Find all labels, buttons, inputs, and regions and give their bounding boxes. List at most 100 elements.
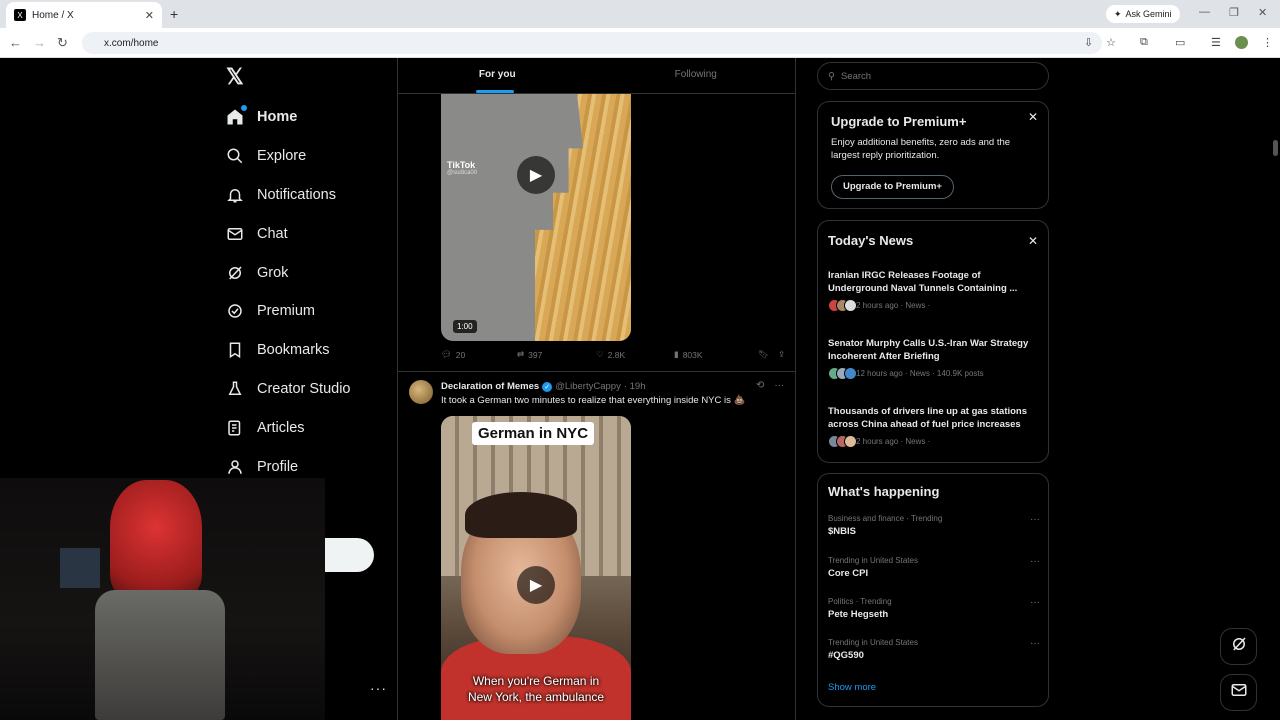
nav-explore[interactable]: Explore bbox=[226, 137, 351, 176]
news-meta: 12 hours ago · News · 140.9K posts bbox=[828, 367, 1038, 380]
heart-icon: ♡ bbox=[596, 349, 604, 359]
more-icon[interactable]: ··· bbox=[1030, 556, 1040, 567]
new-tab-icon[interactable]: + bbox=[170, 6, 178, 22]
mail-icon bbox=[226, 225, 244, 243]
repost-icon: ⇄ bbox=[517, 349, 525, 359]
account-more-icon[interactable]: ··· bbox=[370, 680, 387, 696]
install-icon[interactable]: ⇩ bbox=[1084, 36, 1093, 49]
url-field[interactable]: x.com/home bbox=[82, 32, 1102, 54]
nav-premium[interactable]: Premium bbox=[226, 292, 351, 331]
nav-notifications[interactable]: Notifications bbox=[226, 176, 351, 215]
nav-creator-studio-label: Creator Studio bbox=[257, 380, 351, 397]
post-actions: 💬︎ 20 ⇄ 397 ♡ 2.8K ▮ 803K 🔖︎ ⇪ bbox=[441, 349, 789, 360]
search-input[interactable]: ⚲ Search bbox=[817, 62, 1049, 90]
nav-chat[interactable]: Chat bbox=[226, 214, 351, 253]
minimize-icon[interactable]: — bbox=[1199, 6, 1210, 18]
restore-icon[interactable]: ❐ bbox=[1229, 6, 1239, 19]
star-icon[interactable]: ☆ bbox=[1106, 36, 1116, 49]
news-title: Today's News bbox=[828, 233, 914, 248]
tab-for-you[interactable]: For you bbox=[398, 58, 597, 93]
trend-item[interactable]: Business and finance · Trending $NBIS ··… bbox=[828, 514, 1040, 537]
search-icon bbox=[226, 147, 244, 165]
nav-articles-label: Articles bbox=[257, 419, 305, 436]
news-item[interactable]: Senator Murphy Calls U.S.-Iran War Strat… bbox=[828, 337, 1038, 380]
avatar[interactable] bbox=[409, 380, 433, 404]
nav-creator-studio[interactable]: Creator Studio bbox=[226, 370, 351, 409]
split-view-icon[interactable]: ▭ bbox=[1175, 36, 1185, 49]
nav-home[interactable]: Home bbox=[226, 98, 351, 137]
views-icon: ▮ bbox=[674, 349, 679, 359]
messages-fab[interactable] bbox=[1220, 674, 1257, 711]
bookmark-icon: 🔖︎ bbox=[758, 349, 769, 359]
forward-icon[interactable]: → bbox=[33, 35, 46, 50]
close-icon[interactable]: ✕ bbox=[1028, 110, 1038, 124]
share-button[interactable]: ⇪ bbox=[778, 349, 785, 360]
repost-count: 397 bbox=[528, 349, 543, 360]
repost-button[interactable]: ⇄ 397 bbox=[517, 349, 596, 360]
post-video[interactable]: TikTok @sudica00 ▶ 1:00 bbox=[441, 94, 631, 341]
more-icon[interactable]: ··· bbox=[1030, 638, 1040, 649]
scrollbar-thumb[interactable] bbox=[1273, 140, 1278, 156]
trend-item[interactable]: Trending in United States #QG590 ··· bbox=[828, 638, 1040, 661]
nav-articles[interactable]: Articles bbox=[226, 408, 351, 447]
reading-list-icon[interactable]: ☰ bbox=[1211, 36, 1221, 49]
timeline-tabs: For you Following bbox=[398, 58, 795, 94]
nav-bookmarks[interactable]: Bookmarks bbox=[226, 331, 351, 370]
search-placeholder: Search bbox=[840, 70, 872, 82]
author-handle[interactable]: @LibertyCappy bbox=[555, 381, 621, 392]
nav-premium-label: Premium bbox=[257, 303, 316, 320]
play-icon[interactable]: ▶ bbox=[517, 156, 555, 194]
trend-context: Trending in United States bbox=[828, 556, 918, 565]
more-icon[interactable]: ··· bbox=[774, 380, 784, 391]
reload-icon[interactable]: ↻ bbox=[57, 35, 68, 51]
show-more-link[interactable]: Show more bbox=[828, 682, 876, 693]
post-button[interactable] bbox=[324, 538, 374, 572]
grok-icon bbox=[1230, 635, 1248, 658]
happening-title: What's happening bbox=[828, 484, 940, 499]
post-text: It took a German two minutes to realize … bbox=[441, 395, 746, 406]
close-icon[interactable]: ✕ bbox=[1028, 234, 1038, 248]
trend-name: Pete Hegseth bbox=[828, 609, 889, 620]
news-meta-text: 2 hours ago · News · bbox=[856, 301, 931, 310]
more-icon[interactable]: ··· bbox=[1030, 597, 1040, 608]
post-time[interactable]: · 19h bbox=[624, 381, 646, 392]
more-icon[interactable]: ··· bbox=[1030, 514, 1040, 525]
profile-avatar[interactable] bbox=[1235, 36, 1248, 49]
share-icon: ⇪ bbox=[778, 349, 786, 359]
post-header-actions: ⟲ ··· bbox=[756, 380, 784, 391]
back-icon[interactable]: ← bbox=[9, 35, 22, 50]
post-video[interactable]: German in NYC ▶ When you're German in Ne… bbox=[441, 416, 631, 720]
news-item[interactable]: Thousands of drivers line up at gas stat… bbox=[828, 405, 1038, 448]
trend-name: $NBIS bbox=[828, 526, 856, 537]
url-text: x.com/home bbox=[104, 37, 159, 49]
trend-item[interactable]: Trending in United States Core CPI ··· bbox=[828, 556, 1040, 579]
window-close-icon[interactable]: ✕ bbox=[1258, 6, 1267, 19]
bookmark-button[interactable]: 🔖︎ bbox=[758, 349, 778, 360]
news-meta-text: 12 hours ago · News · 140.9K posts bbox=[856, 369, 984, 378]
news-meta: 2 hours ago · News · bbox=[828, 299, 1038, 312]
close-tab-icon[interactable]: ✕ bbox=[145, 9, 154, 22]
tab-for-you-label: For you bbox=[478, 69, 516, 80]
play-icon[interactable]: ▶ bbox=[517, 566, 555, 604]
browser-menu-icon[interactable]: ⋮ bbox=[1262, 36, 1273, 49]
views-button[interactable]: ▮ 803K bbox=[674, 349, 758, 360]
tab-following[interactable]: Following bbox=[597, 58, 796, 93]
x-logo[interactable]: 𝕏 bbox=[226, 66, 248, 88]
ask-gemini-button[interactable]: ✦ Ask Gemini bbox=[1106, 5, 1180, 23]
nav-grok[interactable]: Grok bbox=[226, 253, 351, 292]
extensions-icon[interactable]: ⧉ bbox=[1140, 36, 1148, 49]
trend-item[interactable]: Politics · Trending Pete Hegseth ··· bbox=[828, 597, 1040, 620]
author-name[interactable]: Declaration of Memes bbox=[441, 381, 539, 392]
scrollbar[interactable] bbox=[1270, 58, 1280, 720]
grok-icon[interactable]: ⟲ bbox=[756, 380, 764, 391]
upgrade-premium-button[interactable]: Upgrade to Premium+ bbox=[831, 175, 954, 199]
grok-fab[interactable] bbox=[1220, 628, 1257, 665]
browser-tab[interactable]: X Home / X ✕ bbox=[6, 2, 162, 28]
like-button[interactable]: ♡ 2.8K bbox=[596, 349, 674, 360]
reply-button[interactable]: 💬︎ 20 bbox=[441, 349, 517, 360]
tiktok-watermark: TikTok @sudica00 bbox=[447, 160, 477, 176]
bookmark-icon bbox=[226, 341, 244, 359]
trend-context: Business and finance · Trending bbox=[828, 514, 943, 523]
nav-explore-label: Explore bbox=[257, 148, 307, 165]
news-item[interactable]: Iranian IRGC Releases Footage of Undergr… bbox=[828, 269, 1038, 312]
